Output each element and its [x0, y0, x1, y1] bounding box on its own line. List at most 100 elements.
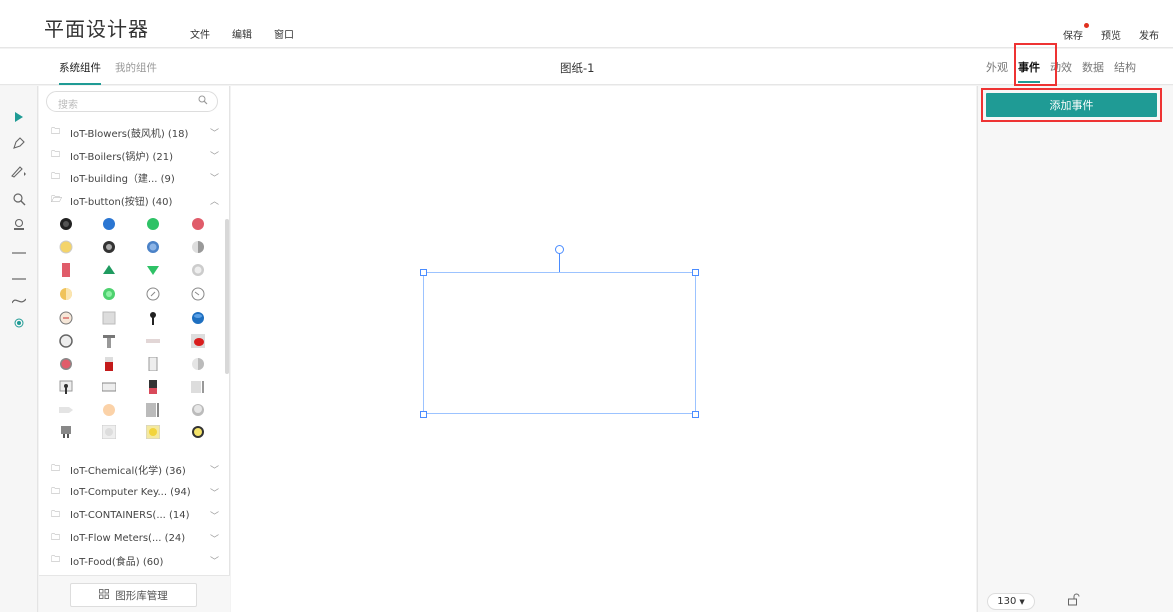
rotate-handle[interactable]	[555, 245, 564, 254]
category-button[interactable]: 🗁 IoT-button(按钮) (40) ︿	[51, 189, 221, 211]
stamp-tool-icon[interactable]	[8, 216, 30, 234]
line-tool-icon[interactable]	[8, 244, 30, 262]
red-switch-symbol[interactable]	[59, 263, 73, 277]
resize-handle-top-left[interactable]	[420, 269, 427, 276]
grey-round-button-symbol[interactable]	[191, 263, 205, 277]
pen-tool-icon[interactable]	[8, 134, 30, 152]
slider-panel-symbol[interactable]	[191, 380, 205, 394]
grey-panel-symbol[interactable]	[102, 311, 116, 325]
plug-symbol[interactable]	[59, 425, 73, 439]
drawing-canvas[interactable]	[231, 86, 976, 612]
select-tool-icon[interactable]	[8, 108, 30, 126]
dark-knob-symbol[interactable]	[102, 240, 116, 254]
green-glow-button-symbol[interactable]	[102, 287, 116, 301]
lever-switch-symbol[interactable]	[59, 380, 73, 394]
curve-tool-icon[interactable]	[8, 292, 30, 310]
category-label: IoT-button(按钮) (40)	[70, 196, 173, 208]
blue-button-symbol[interactable]	[102, 217, 116, 231]
connector-tool-icon[interactable]	[8, 270, 30, 288]
folder-icon: 🗀	[51, 555, 61, 565]
t-valve-symbol[interactable]	[102, 334, 116, 348]
yellow-ring-button-symbol[interactable]	[191, 425, 205, 439]
top-bar: 平面设计器 文件 编辑 窗口 保存 预览 发布	[0, 0, 1173, 48]
tab-events[interactable]: 事件	[1018, 59, 1040, 83]
rotary-switch-symbol[interactable]	[59, 311, 73, 325]
red-button-symbol[interactable]	[191, 217, 205, 231]
pencil-tool-icon[interactable]	[8, 162, 30, 180]
tab-system-components[interactable]: 系统组件	[59, 60, 101, 85]
gauge-symbol[interactable]	[191, 287, 205, 301]
menu-file[interactable]: 文件	[190, 26, 210, 41]
category-blowers[interactable]: 🗀 IoT-Blowers(鼓风机) (18) ﹀	[51, 121, 221, 143]
preview-button[interactable]: 预览	[1101, 27, 1121, 42]
category-containers[interactable]: 🗀 IoT-CONTAINERS(... (14) ﹀	[51, 504, 221, 526]
folder-icon: 🗀	[51, 510, 61, 520]
peach-button-symbol[interactable]	[102, 403, 116, 417]
red-block-switch-symbol[interactable]	[102, 357, 116, 371]
category-boilers[interactable]: 🗀 IoT-Boilers(锅炉) (21) ﹀	[51, 144, 221, 166]
grid-icon	[99, 588, 110, 602]
category-chemical[interactable]: 🗀 IoT-Chemical(化学) (36) ﹀	[51, 458, 221, 480]
panel-scrollbar[interactable]	[225, 219, 229, 374]
red-bottom-switch-symbol[interactable]	[146, 380, 160, 394]
rectangle-button-symbol[interactable]	[102, 380, 116, 394]
folder-open-icon: 🗁	[51, 195, 63, 205]
grey-half-button-symbol[interactable]	[191, 240, 205, 254]
red-indicator-symbol[interactable]	[191, 334, 205, 348]
unlock-icon[interactable]	[1067, 593, 1080, 609]
save-button[interactable]: 保存	[1063, 23, 1089, 42]
tab-animation[interactable]: 动效	[1050, 59, 1072, 83]
tab-appearance[interactable]: 外观	[986, 59, 1008, 83]
blue-dome-button-symbol[interactable]	[191, 311, 205, 325]
flat-bar-symbol[interactable]	[146, 334, 160, 348]
grey-square-button-symbol[interactable]	[102, 425, 116, 439]
tab-structure[interactable]: 结构	[1114, 59, 1136, 83]
category-building[interactable]: 🗀 IoT-building（建... (9) ﹀	[51, 166, 221, 188]
save-label: 保存	[1063, 31, 1083, 42]
chevron-down-icon: ﹀	[209, 488, 219, 499]
app-title: 平面设计器	[44, 17, 149, 41]
grey-ring-button-symbol[interactable]	[59, 334, 73, 348]
green-up-arrow-symbol[interactable]	[102, 263, 116, 277]
selected-rectangle[interactable]	[423, 272, 696, 414]
chevron-down-icon: ﹀	[209, 173, 219, 184]
chevron-up-icon: ︿	[209, 196, 219, 207]
menu-edit[interactable]: 编辑	[232, 26, 252, 41]
chevron-down-icon: ﹀	[209, 151, 219, 162]
resize-handle-top-right[interactable]	[692, 269, 699, 276]
tab-data[interactable]: 数据	[1082, 59, 1104, 83]
menu-window[interactable]: 窗口	[274, 26, 294, 41]
grey-pill-button-symbol[interactable]	[191, 357, 205, 371]
category-label: IoT-CONTAINERS(... (14)	[70, 509, 190, 521]
black-button-symbol[interactable]	[59, 217, 73, 231]
add-event-button[interactable]: 添加事件	[986, 93, 1157, 117]
category-computer-keys[interactable]: 🗀 IoT-Computer Key... (94) ﹀	[51, 481, 221, 503]
yellow-square-button-symbol[interactable]	[146, 425, 160, 439]
rotation-stem	[559, 252, 560, 272]
properties-panel: 添加事件 130 ▼	[977, 86, 1173, 612]
sub-bar: 系统组件 我的组件 图纸-1 外观 事件 动效 数据 结构	[0, 49, 1173, 85]
search-input[interactable]: 搜索	[46, 91, 218, 112]
zoom-tool-icon[interactable]	[8, 190, 30, 208]
yellow-button-symbol[interactable]	[59, 240, 73, 254]
grey-box-switch-symbol[interactable]	[146, 357, 160, 371]
point-tool-icon[interactable]	[8, 314, 30, 332]
resize-handle-bottom-left[interactable]	[420, 411, 427, 418]
library-manage-button[interactable]: 图形库管理	[70, 583, 197, 607]
zoom-select[interactable]: 130 ▼	[987, 593, 1035, 610]
blue-glass-button-symbol[interactable]	[146, 240, 160, 254]
yellow-half-button-symbol[interactable]	[59, 287, 73, 301]
red-ring-button-symbol[interactable]	[59, 357, 73, 371]
resize-handle-bottom-right[interactable]	[692, 411, 699, 418]
green-down-arrow-symbol[interactable]	[146, 263, 160, 277]
dial-symbol[interactable]	[146, 287, 160, 301]
silver-button-symbol[interactable]	[191, 403, 205, 417]
key-switch-symbol[interactable]	[146, 311, 160, 325]
grey-gradient-block-symbol[interactable]	[146, 403, 160, 417]
publish-button[interactable]: 发布	[1139, 27, 1159, 42]
category-food[interactable]: 🗀 IoT-Food(食品) (60) ﹀	[51, 550, 221, 570]
green-button-symbol[interactable]	[146, 217, 160, 231]
category-flow-meters[interactable]: 🗀 IoT-Flow Meters(... (24) ﹀	[51, 527, 221, 549]
grey-arrow-symbol[interactable]	[59, 403, 73, 417]
tab-my-components[interactable]: 我的组件	[115, 60, 157, 85]
